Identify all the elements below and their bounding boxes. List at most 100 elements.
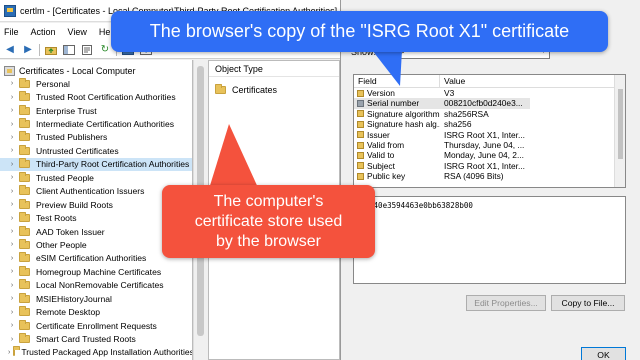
tree-item[interactable]: › Smart Card Trusted Roots (0, 332, 192, 345)
field-name: Signature algorithm (367, 108, 440, 119)
tree-item-label: Preview Build Roots (36, 199, 113, 210)
fields-scrollbar[interactable] (614, 75, 625, 187)
folder-icon (19, 265, 30, 276)
folder-icon (19, 131, 30, 142)
folder-icon (19, 306, 30, 317)
field-name: Valid to (367, 150, 395, 161)
table-row[interactable]: Version V3 (354, 88, 625, 98)
tree-item[interactable]: › Certificate Enrollment Requests (0, 319, 192, 332)
chevron-right-icon[interactable]: › (8, 121, 16, 128)
list-item-label: Certificates (232, 85, 278, 95)
tree-item[interactable]: › Trusted Publishers (0, 131, 192, 144)
field-cell: Serial number (354, 98, 440, 109)
chevron-right-icon[interactable]: › (8, 147, 16, 154)
folder-icon (19, 252, 30, 263)
tree-item-label: AAD Token Issuer (36, 226, 105, 237)
chevron-right-icon[interactable]: › (8, 336, 16, 343)
tree-item[interactable]: › Homegroup Machine Certificates (0, 265, 192, 278)
tree-item-label: Client Authentication Issuers (36, 186, 145, 197)
tree-item-label: Local NonRemovable Certificates (36, 280, 164, 291)
tree-item[interactable]: › Untrusted Certificates (0, 144, 192, 157)
field-cell: Issuer (354, 130, 440, 140)
chevron-right-icon[interactable]: › (8, 268, 16, 275)
refresh-icon[interactable]: ↻ (98, 43, 112, 56)
column-header-value[interactable]: Value (440, 75, 465, 87)
chevron-right-icon[interactable]: › (8, 174, 16, 181)
chevron-right-icon[interactable]: › (8, 295, 16, 302)
menu-view[interactable]: View (68, 27, 87, 37)
field-icon (357, 172, 364, 180)
table-row[interactable]: Signature algorithm sha256RSA (354, 109, 625, 119)
folder-icon (215, 84, 226, 94)
field-value: sha256RSA (444, 108, 489, 119)
tree-root[interactable]: Certificates - Local Computer (0, 64, 192, 77)
chevron-right-icon[interactable]: › (8, 349, 10, 356)
chevron-right-icon[interactable]: › (8, 228, 16, 235)
field-value: ISRG Root X1, Inter... (444, 160, 525, 171)
tree-item[interactable]: › Personal (0, 77, 192, 90)
column-header-field[interactable]: Field (354, 75, 440, 87)
chevron-right-icon[interactable]: › (8, 282, 16, 289)
table-row[interactable]: Signature hash alg... sha256 (354, 119, 625, 129)
forward-arrow-icon[interactable]: ▶ (21, 43, 35, 56)
copy-to-file-button[interactable]: Copy to File... (551, 295, 625, 311)
field-value: Thursday, June 04, ... (444, 139, 525, 150)
chevron-right-icon[interactable]: › (8, 255, 16, 262)
chevron-right-icon[interactable]: › (8, 241, 16, 248)
tree-item-label: Third-Party Root Certification Authoriti… (36, 159, 190, 170)
list-item[interactable]: Certificates (209, 83, 339, 97)
tree-item[interactable]: › Third-Party Root Certification Authorit… (0, 157, 192, 172)
ok-button[interactable]: OK (581, 347, 626, 360)
folder-icon (19, 212, 30, 223)
menu-file[interactable]: File (4, 27, 19, 37)
tree-item[interactable]: › Intermediate Certification Authorities (0, 117, 192, 130)
chevron-right-icon[interactable]: › (8, 94, 16, 101)
chevron-right-icon[interactable]: › (8, 322, 16, 329)
tree-item[interactable]: › Trusted Packaged App Installation Autho… (0, 346, 192, 359)
folder-icon (19, 118, 30, 129)
menu-action[interactable]: Action (31, 27, 56, 37)
folder-icon (13, 346, 21, 357)
tree-item-label: MSIEHistoryJournal (36, 293, 112, 304)
chevron-right-icon[interactable]: › (8, 309, 16, 316)
up-folder-icon[interactable] (44, 43, 58, 56)
chevron-right-icon[interactable]: › (8, 188, 16, 195)
table-row[interactable]: Valid to Monday, June 04, 2... (354, 150, 625, 160)
folder-icon (19, 333, 30, 344)
tree-item-label: Other People (36, 239, 87, 250)
table-row[interactable]: Issuer ISRG Root X1, Inter... (354, 130, 625, 140)
chevron-right-icon[interactable]: › (8, 134, 16, 141)
back-arrow-icon[interactable]: ◀ (3, 43, 17, 56)
console-tree-icon[interactable] (62, 43, 76, 56)
field-value: 008210cfb0d240e3... (440, 98, 530, 109)
edit-properties-button[interactable]: Edit Properties... (466, 295, 546, 311)
top-callout: The browser's copy of the "ISRG Root X1"… (111, 11, 608, 52)
field-value: RSA (4096 Bits) (444, 171, 504, 182)
tree-item[interactable]: › Trusted People (0, 171, 192, 184)
field-cell: Valid from (354, 140, 440, 150)
chevron-right-icon[interactable]: › (8, 107, 16, 114)
properties-icon[interactable] (80, 43, 94, 56)
tree-item-label: Trusted Publishers (36, 132, 108, 143)
tree-item[interactable]: › Remote Desktop (0, 305, 192, 318)
field-cell: Version (354, 88, 440, 98)
column-header-object-type[interactable]: Object Type (209, 61, 339, 77)
tree-item[interactable]: › MSIEHistoryJournal (0, 292, 192, 305)
chevron-right-icon[interactable]: › (8, 215, 16, 222)
table-row[interactable]: Valid from Thursday, June 04, ... (354, 140, 625, 150)
tree-item[interactable]: › Enterprise Trust (0, 104, 192, 117)
chevron-right-icon[interactable]: › (8, 80, 16, 87)
fields-scrollbar-thumb[interactable] (618, 89, 623, 159)
tree-item-label: Trusted Root Certification Authorities (36, 92, 176, 103)
chevron-right-icon[interactable]: › (8, 161, 16, 168)
table-row[interactable]: Public key RSA (4096 Bits) (354, 171, 625, 181)
folder-icon (19, 319, 30, 330)
folder-icon (19, 171, 30, 182)
tree-item[interactable]: › Trusted Root Certification Authorities (0, 90, 192, 103)
chevron-right-icon[interactable]: › (8, 201, 16, 208)
tree-item[interactable]: › Local NonRemovable Certificates (0, 279, 192, 292)
field-value-box[interactable]: 0d240e3594463e0bb63828b00 (353, 196, 626, 284)
table-row[interactable]: Serial number 008210cfb0d240e3... (354, 98, 625, 109)
table-rows: Version V3 Serial number 008210cfb0d240e3..… (354, 88, 625, 182)
table-row[interactable]: Subject ISRG Root X1, Inter... (354, 161, 625, 171)
